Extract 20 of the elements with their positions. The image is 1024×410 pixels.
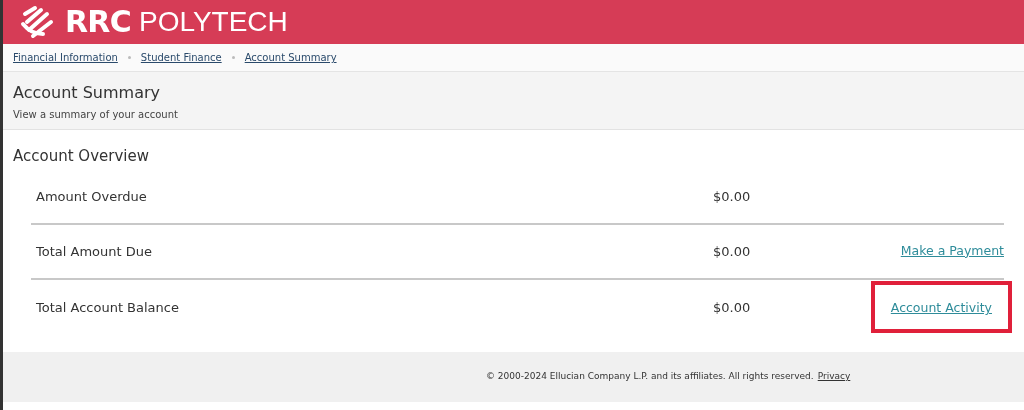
breadcrumb-link[interactable]: Financial Information <box>13 50 118 65</box>
row-label: Total Amount Due <box>35 242 153 261</box>
separator-icon <box>127 56 131 59</box>
page-subtitle: View a summary of your account <box>13 108 179 122</box>
section-title: Account Overview <box>12 147 150 166</box>
action-link[interactable]: Account Activity <box>890 300 992 316</box>
page-title: Account Summary <box>13 83 161 103</box>
logo-text: RRC <box>65 7 131 37</box>
amount-value: $0.00 <box>713 242 752 261</box>
row-label: Total Account Balance <box>35 298 180 317</box>
footer-text: © 2000-2024 Ellucian Company L.P. and its affiliates. All rights reserved. <box>486 370 814 384</box>
breadcrumb-link[interactable]: Student Finance <box>140 50 222 65</box>
breadcrumb-link[interactable]: Account Summary <box>244 50 337 65</box>
privacy-link[interactable]: Privacy <box>817 370 851 384</box>
amount-value: $0.00 <box>713 187 752 206</box>
action-link[interactable]: Make a Payment <box>900 241 1004 261</box>
row-label: Amount Overdue <box>35 187 148 206</box>
separator-icon <box>231 56 235 59</box>
amount-value: $0.00 <box>713 298 752 317</box>
logo-text: POLYTECH <box>138 8 288 36</box>
